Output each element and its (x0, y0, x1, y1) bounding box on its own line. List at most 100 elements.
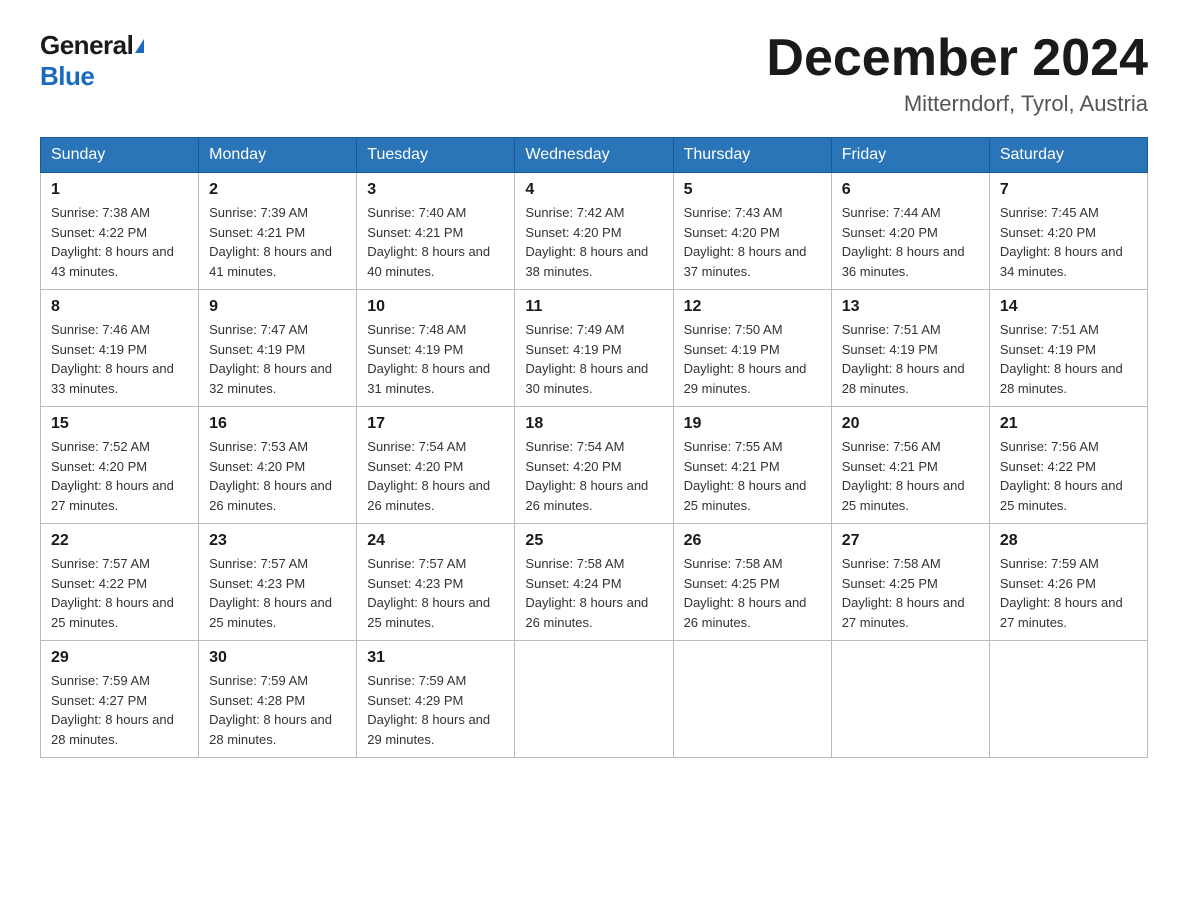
day-info: Sunrise: 7:57 AMSunset: 4:23 PMDaylight:… (209, 556, 332, 630)
day-number: 9 (209, 298, 346, 316)
day-cell-24: 24 Sunrise: 7:57 AMSunset: 4:23 PMDaylig… (357, 524, 515, 641)
day-number: 27 (842, 532, 979, 550)
day-header-sunday: Sunday (41, 138, 199, 173)
day-info: Sunrise: 7:56 AMSunset: 4:21 PMDaylight:… (842, 439, 965, 513)
day-number: 1 (51, 181, 188, 199)
day-number: 5 (684, 181, 821, 199)
day-info: Sunrise: 7:58 AMSunset: 4:25 PMDaylight:… (684, 556, 807, 630)
day-info: Sunrise: 7:49 AMSunset: 4:19 PMDaylight:… (525, 322, 648, 396)
day-info: Sunrise: 7:57 AMSunset: 4:22 PMDaylight:… (51, 556, 174, 630)
day-cell-3: 3 Sunrise: 7:40 AMSunset: 4:21 PMDayligh… (357, 173, 515, 290)
empty-cell (831, 641, 989, 758)
day-info: Sunrise: 7:48 AMSunset: 4:19 PMDaylight:… (367, 322, 490, 396)
day-number: 14 (1000, 298, 1137, 316)
week-row-2: 8 Sunrise: 7:46 AMSunset: 4:19 PMDayligh… (41, 290, 1148, 407)
day-header-tuesday: Tuesday (357, 138, 515, 173)
day-info: Sunrise: 7:59 AMSunset: 4:27 PMDaylight:… (51, 673, 174, 747)
day-cell-1: 1 Sunrise: 7:38 AMSunset: 4:22 PMDayligh… (41, 173, 199, 290)
day-info: Sunrise: 7:59 AMSunset: 4:28 PMDaylight:… (209, 673, 332, 747)
empty-cell (989, 641, 1147, 758)
day-info: Sunrise: 7:46 AMSunset: 4:19 PMDaylight:… (51, 322, 174, 396)
logo: General Blue (40, 30, 144, 92)
day-cell-18: 18 Sunrise: 7:54 AMSunset: 4:20 PMDaylig… (515, 407, 673, 524)
day-number: 31 (367, 649, 504, 667)
page-header: General Blue December 2024 Mitterndorf, … (40, 30, 1148, 117)
day-cell-17: 17 Sunrise: 7:54 AMSunset: 4:20 PMDaylig… (357, 407, 515, 524)
day-cell-6: 6 Sunrise: 7:44 AMSunset: 4:20 PMDayligh… (831, 173, 989, 290)
day-info: Sunrise: 7:59 AMSunset: 4:26 PMDaylight:… (1000, 556, 1123, 630)
day-number: 4 (525, 181, 662, 199)
day-cell-31: 31 Sunrise: 7:59 AMSunset: 4:29 PMDaylig… (357, 641, 515, 758)
day-info: Sunrise: 7:55 AMSunset: 4:21 PMDaylight:… (684, 439, 807, 513)
week-row-3: 15 Sunrise: 7:52 AMSunset: 4:20 PMDaylig… (41, 407, 1148, 524)
day-number: 3 (367, 181, 504, 199)
day-number: 7 (1000, 181, 1137, 199)
empty-cell (515, 641, 673, 758)
week-row-4: 22 Sunrise: 7:57 AMSunset: 4:22 PMDaylig… (41, 524, 1148, 641)
day-cell-23: 23 Sunrise: 7:57 AMSunset: 4:23 PMDaylig… (199, 524, 357, 641)
month-title: December 2024 (766, 30, 1148, 87)
day-info: Sunrise: 7:43 AMSunset: 4:20 PMDaylight:… (684, 205, 807, 279)
day-number: 21 (1000, 415, 1137, 433)
day-info: Sunrise: 7:44 AMSunset: 4:20 PMDaylight:… (842, 205, 965, 279)
week-row-1: 1 Sunrise: 7:38 AMSunset: 4:22 PMDayligh… (41, 173, 1148, 290)
day-cell-8: 8 Sunrise: 7:46 AMSunset: 4:19 PMDayligh… (41, 290, 199, 407)
day-cell-7: 7 Sunrise: 7:45 AMSunset: 4:20 PMDayligh… (989, 173, 1147, 290)
day-number: 24 (367, 532, 504, 550)
day-cell-13: 13 Sunrise: 7:51 AMSunset: 4:19 PMDaylig… (831, 290, 989, 407)
logo-blue-text: Blue (40, 61, 94, 91)
day-info: Sunrise: 7:58 AMSunset: 4:24 PMDaylight:… (525, 556, 648, 630)
day-cell-25: 25 Sunrise: 7:58 AMSunset: 4:24 PMDaylig… (515, 524, 673, 641)
day-cell-16: 16 Sunrise: 7:53 AMSunset: 4:20 PMDaylig… (199, 407, 357, 524)
day-number: 26 (684, 532, 821, 550)
logo-general-text: General (40, 30, 133, 61)
day-number: 12 (684, 298, 821, 316)
day-header-monday: Monday (199, 138, 357, 173)
day-info: Sunrise: 7:47 AMSunset: 4:19 PMDaylight:… (209, 322, 332, 396)
day-cell-30: 30 Sunrise: 7:59 AMSunset: 4:28 PMDaylig… (199, 641, 357, 758)
day-number: 15 (51, 415, 188, 433)
day-number: 25 (525, 532, 662, 550)
day-number: 28 (1000, 532, 1137, 550)
empty-cell (673, 641, 831, 758)
day-number: 8 (51, 298, 188, 316)
day-info: Sunrise: 7:42 AMSunset: 4:20 PMDaylight:… (525, 205, 648, 279)
day-info: Sunrise: 7:54 AMSunset: 4:20 PMDaylight:… (525, 439, 648, 513)
day-cell-27: 27 Sunrise: 7:58 AMSunset: 4:25 PMDaylig… (831, 524, 989, 641)
logo-triangle-icon (135, 39, 144, 53)
day-number: 18 (525, 415, 662, 433)
day-info: Sunrise: 7:54 AMSunset: 4:20 PMDaylight:… (367, 439, 490, 513)
day-cell-11: 11 Sunrise: 7:49 AMSunset: 4:19 PMDaylig… (515, 290, 673, 407)
day-number: 13 (842, 298, 979, 316)
day-info: Sunrise: 7:51 AMSunset: 4:19 PMDaylight:… (1000, 322, 1123, 396)
day-cell-26: 26 Sunrise: 7:58 AMSunset: 4:25 PMDaylig… (673, 524, 831, 641)
day-cell-29: 29 Sunrise: 7:59 AMSunset: 4:27 PMDaylig… (41, 641, 199, 758)
day-info: Sunrise: 7:58 AMSunset: 4:25 PMDaylight:… (842, 556, 965, 630)
day-number: 22 (51, 532, 188, 550)
day-cell-14: 14 Sunrise: 7:51 AMSunset: 4:19 PMDaylig… (989, 290, 1147, 407)
day-number: 16 (209, 415, 346, 433)
day-cell-12: 12 Sunrise: 7:50 AMSunset: 4:19 PMDaylig… (673, 290, 831, 407)
day-cell-19: 19 Sunrise: 7:55 AMSunset: 4:21 PMDaylig… (673, 407, 831, 524)
day-header-thursday: Thursday (673, 138, 831, 173)
day-header-saturday: Saturday (989, 138, 1147, 173)
day-cell-21: 21 Sunrise: 7:56 AMSunset: 4:22 PMDaylig… (989, 407, 1147, 524)
day-number: 20 (842, 415, 979, 433)
days-header-row: SundayMondayTuesdayWednesdayThursdayFrid… (41, 138, 1148, 173)
day-info: Sunrise: 7:53 AMSunset: 4:20 PMDaylight:… (209, 439, 332, 513)
day-info: Sunrise: 7:59 AMSunset: 4:29 PMDaylight:… (367, 673, 490, 747)
day-info: Sunrise: 7:50 AMSunset: 4:19 PMDaylight:… (684, 322, 807, 396)
day-cell-28: 28 Sunrise: 7:59 AMSunset: 4:26 PMDaylig… (989, 524, 1147, 641)
day-info: Sunrise: 7:56 AMSunset: 4:22 PMDaylight:… (1000, 439, 1123, 513)
day-number: 6 (842, 181, 979, 199)
day-header-wednesday: Wednesday (515, 138, 673, 173)
day-cell-22: 22 Sunrise: 7:57 AMSunset: 4:22 PMDaylig… (41, 524, 199, 641)
day-info: Sunrise: 7:39 AMSunset: 4:21 PMDaylight:… (209, 205, 332, 279)
day-number: 11 (525, 298, 662, 316)
day-cell-5: 5 Sunrise: 7:43 AMSunset: 4:20 PMDayligh… (673, 173, 831, 290)
day-header-friday: Friday (831, 138, 989, 173)
day-cell-2: 2 Sunrise: 7:39 AMSunset: 4:21 PMDayligh… (199, 173, 357, 290)
day-number: 30 (209, 649, 346, 667)
day-number: 29 (51, 649, 188, 667)
location-title: Mitterndorf, Tyrol, Austria (766, 91, 1148, 117)
